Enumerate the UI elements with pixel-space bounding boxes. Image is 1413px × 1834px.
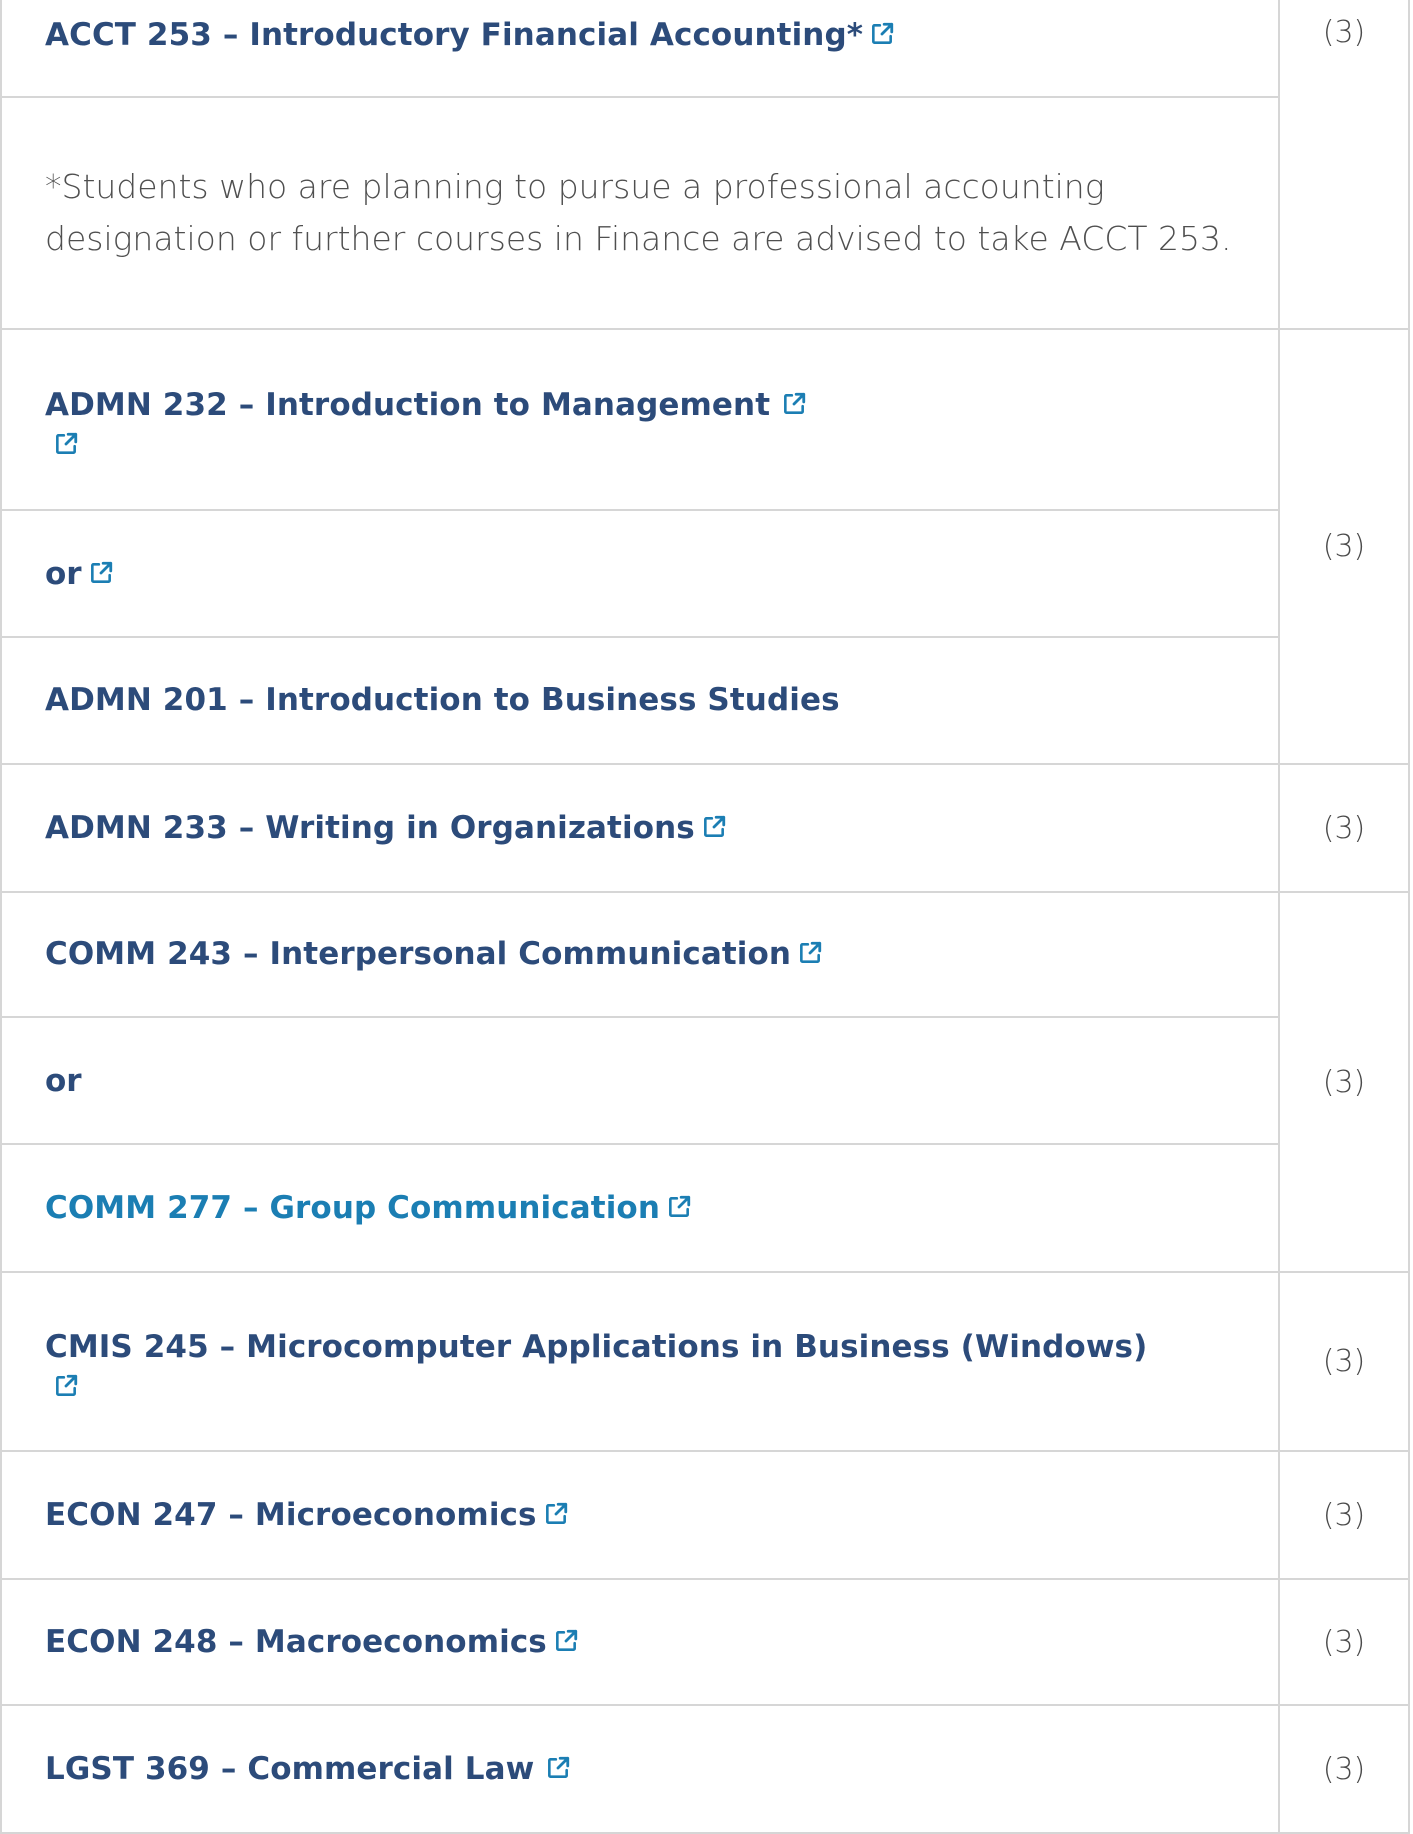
course-link-lgst369[interactable]: LGST 369 – Commercial Law: [45, 1751, 534, 1787]
credit-cell: (3): [1278, 1704, 1410, 1834]
course-cell: ACCT 253 – Introductory Financial Accoun…: [0, 0, 1280, 98]
course-cell: CMIS 245 – Microcomputer Applications in…: [0, 1271, 1280, 1452]
external-link-icon[interactable]: [797, 940, 823, 966]
table-row: ADMN 232 – Introduction to Management (3…: [0, 328, 1410, 765]
table-row: COMM 277 – Group Communication: [0, 1143, 1409, 1273]
course-cell: ADMN 233 – Writing in Organizations: [0, 763, 1280, 893]
note-cell: *Students who are planning to pursue a p…: [0, 96, 1280, 330]
credit-cell: (3): [1278, 0, 1410, 330]
course-link-econ248[interactable]: ECON 248 – Macroeconomics: [45, 1624, 547, 1660]
table-row: ADMN 233 – Writing in Organizations (3): [0, 763, 1410, 893]
course-cell: or: [0, 509, 1280, 638]
course-link-econ247[interactable]: ECON 247 – Microeconomics: [45, 1497, 537, 1533]
external-link-icon[interactable]: [543, 1501, 569, 1527]
course-cell: ECON 248 – Macroeconomics: [0, 1578, 1280, 1706]
table-row: or: [0, 509, 1409, 638]
table-row: ADMN 201 – Introduction to Business Stud…: [0, 636, 1409, 765]
external-link-icon[interactable]: [666, 1194, 692, 1220]
table-row: CMIS 245 – Microcomputer Applications in…: [0, 1271, 1410, 1452]
course-cell: LGST 369 – Commercial Law: [0, 1704, 1280, 1834]
external-link-icon[interactable]: [545, 1755, 571, 1781]
external-link-icon[interactable]: [553, 1628, 579, 1654]
external-link-icon[interactable]: [781, 391, 807, 417]
external-link-icon[interactable]: [88, 560, 114, 586]
external-link-icon[interactable]: [869, 21, 895, 47]
course-cell: ADMN 201 – Introduction to Business Stud…: [0, 636, 1280, 765]
course-link-comm277[interactable]: COMM 277 – Group Communication: [45, 1190, 660, 1226]
table-row: *Students who are planning to pursue a p…: [0, 96, 1409, 330]
course-link-comm243[interactable]: COMM 243 – Interpersonal Communication: [45, 936, 791, 972]
course-link-cmis245[interactable]: CMIS 245 – Microcomputer Applications in…: [45, 1329, 1147, 1365]
table-row: or: [0, 1016, 1409, 1145]
credit-cell: (3): [1278, 1578, 1410, 1706]
course-cell: or: [0, 1016, 1280, 1145]
course-link-acct253[interactable]: ACCT 253 – Introductory Financial Accoun…: [45, 17, 863, 53]
external-link-icon[interactable]: [53, 1373, 79, 1399]
course-table: ACCT 253 – Introductory Financial Accoun…: [0, 0, 1410, 1834]
credit-cell: (3): [1278, 1450, 1410, 1580]
table-row: LGST 369 – Commercial Law (3): [0, 1704, 1410, 1834]
course-cell: ADMN 232 – Introduction to Management: [0, 328, 1280, 511]
credit-cell: (3): [1278, 328, 1410, 765]
course-link-admn201[interactable]: ADMN 201 – Introduction to Business Stud…: [45, 682, 840, 718]
course-link-admn232[interactable]: ADMN 232 – Introduction to Management: [45, 387, 770, 423]
advisory-note: *Students who are planning to pursue a p…: [45, 167, 1232, 258]
credit-cell: (3): [1278, 891, 1410, 1273]
credit-cell: (3): [1278, 1271, 1410, 1452]
table-row: ACCT 253 – Introductory Financial Accoun…: [0, 0, 1410, 330]
or-separator: or: [45, 1062, 82, 1099]
course-link-admn233[interactable]: ADMN 233 – Writing in Organizations: [45, 810, 695, 846]
table-row: ECON 247 – Microeconomics (3): [0, 1450, 1410, 1580]
table-row: ECON 248 – Macroeconomics (3): [0, 1578, 1410, 1706]
course-cell: ECON 247 – Microeconomics: [0, 1450, 1280, 1580]
external-link-icon[interactable]: [53, 431, 79, 457]
or-separator: or: [45, 555, 82, 592]
course-cell: COMM 277 – Group Communication: [0, 1143, 1280, 1273]
table-row: COMM 243 – Interpersonal Communication (…: [0, 891, 1410, 1273]
external-link-icon[interactable]: [701, 814, 727, 840]
course-cell: COMM 243 – Interpersonal Communication: [0, 891, 1280, 1018]
credit-cell: (3): [1278, 763, 1410, 893]
